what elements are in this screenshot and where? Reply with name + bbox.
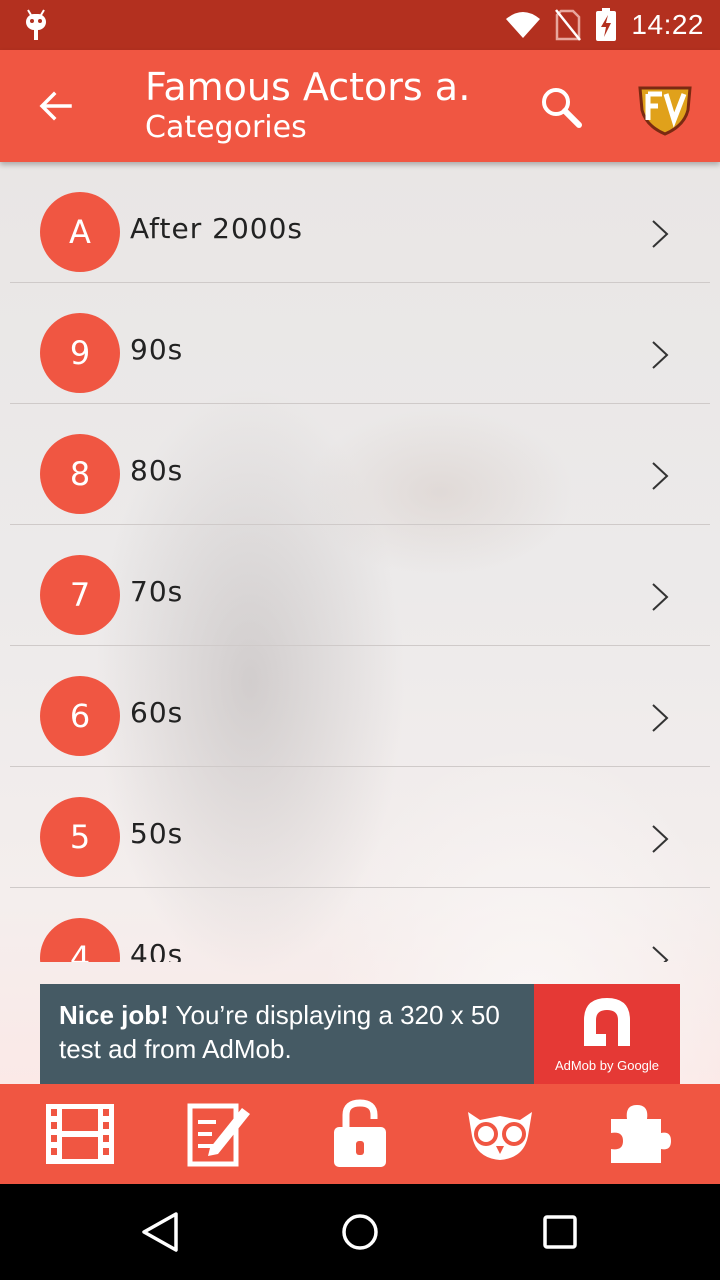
ad-banner[interactable]: Nice job! You’re displaying a 320 x 50 t… bbox=[40, 984, 680, 1084]
chevron-right-icon bbox=[652, 704, 669, 732]
search-icon[interactable] bbox=[538, 84, 584, 130]
category-label: 60s bbox=[130, 696, 184, 729]
category-list-area[interactable]: A After 2000s 9 90s 8 80s 7 70s 6 60s 5 50s 4 40s bbox=[0, 162, 720, 1084]
film-icon bbox=[46, 1104, 114, 1164]
category-row[interactable]: 8 80s bbox=[10, 404, 710, 525]
unlock-icon bbox=[334, 1099, 386, 1167]
status-bar: 14:22 bbox=[0, 0, 720, 50]
system-nav-bar bbox=[0, 1184, 720, 1280]
category-row[interactable]: 9 90s bbox=[10, 283, 710, 404]
page-title: Famous Actors a… bbox=[145, 65, 475, 109]
bottom-tab-bar bbox=[0, 1084, 720, 1184]
chevron-right-icon bbox=[652, 583, 669, 611]
clock: 14:22 bbox=[631, 9, 704, 40]
admob-brand-label: AdMob by Google bbox=[554, 1058, 660, 1073]
category-label: After 2000s bbox=[130, 212, 303, 245]
app-bar: Famous Actors a… Categories bbox=[0, 50, 720, 162]
tab-films[interactable] bbox=[42, 1096, 118, 1172]
category-badge: 9 bbox=[40, 313, 120, 393]
category-label: 80s bbox=[130, 454, 184, 487]
no-sim-icon bbox=[555, 9, 582, 41]
android-debug-icon bbox=[26, 9, 46, 40]
page-subtitle: Categories bbox=[145, 110, 307, 145]
app-logo-icon[interactable] bbox=[636, 78, 694, 136]
category-badge: 8 bbox=[40, 434, 120, 514]
back-nav-icon[interactable] bbox=[136, 1208, 184, 1256]
admob-brand[interactable]: AdMob by Google bbox=[534, 984, 680, 1084]
chevron-right-icon bbox=[652, 462, 669, 490]
recents-nav-icon[interactable] bbox=[536, 1208, 584, 1256]
category-label: 50s bbox=[130, 817, 184, 850]
tab-puzzle[interactable] bbox=[602, 1096, 678, 1172]
owl-icon bbox=[468, 1112, 532, 1160]
puzzle-icon bbox=[611, 1105, 671, 1163]
category-row[interactable]: 6 60s bbox=[10, 646, 710, 767]
category-list[interactable]: A After 2000s 9 90s 8 80s 7 70s 6 60s 5 50s 4 40s bbox=[0, 162, 720, 962]
category-row[interactable]: 7 70s bbox=[10, 525, 710, 646]
back-arrow-icon[interactable] bbox=[36, 86, 76, 126]
chevron-right-icon bbox=[652, 825, 669, 853]
category-badge: 5 bbox=[40, 797, 120, 877]
category-row[interactable]: A After 2000s bbox=[10, 162, 710, 283]
category-row[interactable]: 5 50s bbox=[10, 767, 710, 888]
category-label: 40s bbox=[130, 938, 184, 962]
ad-bold-text: Nice job! bbox=[59, 1000, 169, 1030]
ad-text[interactable]: Nice job! You’re displaying a 320 x 50 t… bbox=[40, 984, 534, 1084]
tab-unlock[interactable] bbox=[322, 1096, 398, 1172]
edit-note-icon bbox=[187, 1103, 250, 1167]
chevron-right-icon bbox=[652, 341, 669, 369]
chevron-right-icon bbox=[652, 220, 669, 248]
admob-logo-icon bbox=[584, 998, 630, 1046]
category-badge: A bbox=[40, 192, 120, 272]
category-badge: 4 bbox=[40, 918, 120, 962]
chevron-right-icon bbox=[652, 946, 669, 962]
battery-charging-icon bbox=[596, 8, 617, 41]
category-label: 70s bbox=[130, 575, 184, 608]
category-label: 90s bbox=[130, 333, 184, 366]
wifi-icon bbox=[506, 12, 541, 38]
home-nav-icon[interactable] bbox=[336, 1208, 384, 1256]
category-row[interactable]: 4 40s bbox=[10, 888, 710, 962]
tab-quiz[interactable] bbox=[182, 1096, 258, 1172]
tab-owl[interactable] bbox=[462, 1096, 538, 1172]
category-badge: 6 bbox=[40, 676, 120, 756]
category-badge: 7 bbox=[40, 555, 120, 635]
